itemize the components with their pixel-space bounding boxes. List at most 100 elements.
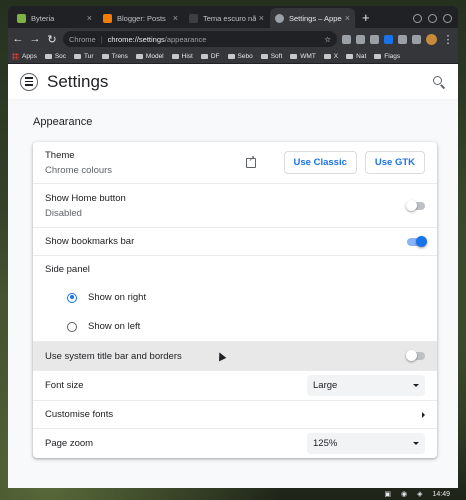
folder-icon bbox=[135, 54, 143, 59]
bookmark-apps[interactable]: Apps bbox=[12, 53, 37, 60]
bookmark-star-icon[interactable]: ☆ bbox=[324, 35, 331, 44]
bookmark-folder[interactable]: Tur bbox=[74, 53, 94, 60]
extension-icon[interactable] bbox=[412, 34, 421, 44]
puzzle-extensions-icon[interactable] bbox=[398, 34, 407, 44]
bookmarks-bar: Apps Soc Tur Trens Model Hist DF Sebo So… bbox=[8, 50, 458, 64]
chevron-right-icon bbox=[422, 411, 425, 418]
system-title-bar-row[interactable]: Use system title bar and borders bbox=[33, 341, 437, 370]
profile-avatar[interactable] bbox=[426, 33, 437, 45]
close-window-button[interactable] bbox=[443, 14, 452, 23]
side-panel-label: Side panel bbox=[45, 264, 90, 275]
bookmark-folder[interactable]: Sebo bbox=[227, 53, 253, 60]
home-button-value: Disabled bbox=[45, 207, 82, 219]
folder-icon bbox=[290, 54, 298, 59]
forward-arrow-icon[interactable]: → bbox=[29, 33, 41, 45]
settings-header: Settings bbox=[8, 64, 458, 100]
page-zoom-label: Page zoom bbox=[45, 438, 94, 449]
appearance-card: Theme Chrome colours Use Classic Use GTK… bbox=[33, 142, 437, 458]
system-title-bar-label: Use system title bar and borders bbox=[45, 350, 182, 362]
radio-right[interactable] bbox=[67, 292, 77, 303]
page-zoom-value: 125% bbox=[313, 438, 338, 449]
customise-fonts-row[interactable]: Customise fonts bbox=[33, 400, 437, 428]
page-zoom-row: Page zoom 125% bbox=[33, 428, 437, 458]
tab-settings[interactable]: Settings – Appearanc × bbox=[270, 8, 355, 28]
bookmarks-bar-toggle[interactable] bbox=[407, 235, 427, 247]
tray-icon[interactable]: ▣ bbox=[384, 490, 391, 498]
back-arrow-icon[interactable]: ← bbox=[12, 33, 24, 45]
page-zoom-select[interactable]: 125% bbox=[307, 433, 425, 454]
tray-icon[interactable]: ◈ bbox=[417, 490, 422, 498]
bookmark-folder[interactable]: Flags bbox=[374, 53, 400, 60]
new-tab-button[interactable]: + bbox=[356, 10, 376, 28]
tab-strip: Byteria × Blogger: Posts × Tema escuro n… bbox=[8, 6, 458, 28]
window-controls bbox=[407, 14, 458, 28]
side-panel-row: Side panel bbox=[33, 255, 437, 283]
close-icon[interactable]: × bbox=[173, 13, 178, 23]
kebab-menu-icon[interactable]: ⋮ bbox=[442, 33, 454, 46]
close-icon[interactable]: × bbox=[345, 13, 350, 23]
taskbar: ▣ ◉ ◈ 14:49 bbox=[0, 488, 466, 500]
chrome-badge: Chrome bbox=[69, 34, 96, 44]
theme-value: Chrome colours bbox=[45, 164, 113, 176]
dropdown-caret-icon bbox=[413, 384, 419, 387]
font-size-label: Font size bbox=[45, 380, 84, 391]
folder-icon bbox=[346, 54, 354, 59]
maximize-button[interactable] bbox=[428, 14, 437, 23]
tab-blogger[interactable]: Blogger: Posts × bbox=[98, 8, 183, 28]
folder-icon bbox=[374, 54, 382, 59]
bookmark-folder[interactable]: Soc bbox=[44, 53, 66, 60]
bookmark-folder[interactable]: DF bbox=[200, 53, 220, 60]
side-panel-option-left[interactable]: Show on left bbox=[33, 312, 437, 341]
system-title-bar-toggle[interactable] bbox=[406, 350, 425, 361]
side-panel-option-right[interactable]: Show on right bbox=[33, 283, 437, 312]
extension-icon[interactable] bbox=[384, 34, 393, 44]
tab-tema-escuro[interactable]: Tema escuro não c × bbox=[184, 8, 269, 28]
bookmark-folder[interactable]: WMT bbox=[290, 53, 316, 60]
tab-byteria[interactable]: Byteria × bbox=[12, 8, 97, 28]
section-title: Appearance bbox=[33, 116, 93, 128]
home-button-toggle[interactable] bbox=[406, 199, 425, 211]
font-size-select[interactable]: Large bbox=[307, 375, 425, 396]
folder-icon bbox=[200, 54, 208, 59]
extension-icon[interactable] bbox=[356, 34, 365, 44]
option-label: Show on left bbox=[88, 321, 141, 332]
bookmark-folder[interactable]: Trens bbox=[101, 53, 128, 60]
bookmarks-bar-label: Show bookmarks bar bbox=[45, 236, 135, 247]
open-external-icon[interactable] bbox=[245, 154, 256, 168]
bookmark-folder[interactable]: Nat bbox=[346, 53, 366, 60]
folder-icon bbox=[44, 54, 52, 59]
extension-icon[interactable] bbox=[342, 34, 351, 44]
url-host: chrome://settings bbox=[107, 34, 165, 44]
extension-icon[interactable] bbox=[370, 34, 379, 44]
folder-icon bbox=[74, 54, 82, 59]
theme-label: Theme bbox=[45, 149, 75, 161]
home-button-row[interactable]: Show Home button Disabled bbox=[33, 183, 437, 227]
use-classic-button[interactable]: Use Classic bbox=[283, 151, 357, 174]
font-size-value: Large bbox=[313, 380, 338, 391]
use-gtk-button[interactable]: Use GTK bbox=[364, 151, 425, 174]
reload-icon[interactable]: ↻ bbox=[46, 33, 58, 46]
address-bar[interactable]: Chrome | chrome://settings/appearance ☆ bbox=[63, 31, 337, 47]
option-label: Show on right bbox=[88, 292, 147, 303]
bookmark-folder[interactable]: X bbox=[323, 53, 338, 60]
close-icon[interactable]: × bbox=[259, 13, 264, 23]
folder-icon bbox=[101, 54, 109, 59]
minimize-button[interactable] bbox=[413, 14, 422, 23]
url-path: /appearance bbox=[164, 34, 207, 44]
folder-icon bbox=[260, 54, 268, 59]
toolbar: ← → ↻ Chrome | chrome://settings/appeara… bbox=[8, 28, 458, 50]
font-size-row: Font size Large bbox=[33, 370, 437, 400]
search-icon[interactable] bbox=[432, 75, 446, 89]
folder-icon bbox=[227, 54, 235, 59]
radio-left[interactable] bbox=[67, 321, 77, 332]
bookmark-folder[interactable]: Model bbox=[135, 53, 164, 60]
folder-icon bbox=[171, 54, 179, 59]
browser-window: Byteria × Blogger: Posts × Tema escuro n… bbox=[8, 6, 458, 488]
bookmarks-bar-row[interactable]: Show bookmarks bar bbox=[33, 227, 437, 255]
close-icon[interactable]: × bbox=[87, 13, 92, 23]
settings-gear-icon bbox=[275, 13, 284, 23]
bookmark-folder[interactable]: Soft bbox=[260, 53, 282, 60]
tray-icon[interactable]: ◉ bbox=[401, 490, 407, 498]
bookmark-folder[interactable]: Hist bbox=[171, 53, 193, 60]
hamburger-menu-icon[interactable] bbox=[20, 72, 38, 91]
